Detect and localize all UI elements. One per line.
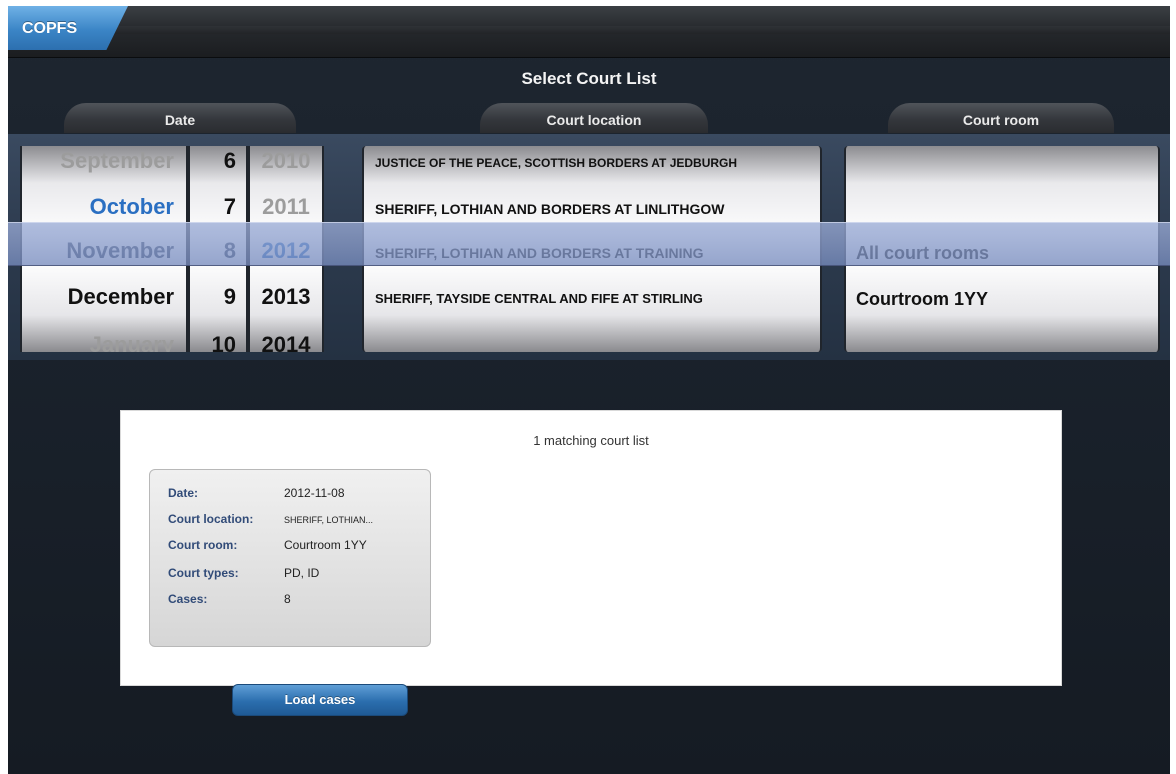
day-option[interactable]: 6	[190, 146, 246, 184]
court-list-picker: September October November December Janu…	[8, 134, 1170, 360]
card-types-label: Court types:	[168, 566, 239, 580]
day-option[interactable]: 7	[190, 184, 246, 230]
room-option[interactable]: Courtroom 1YY	[846, 276, 1158, 322]
top-bar-stripe	[8, 26, 1170, 34]
card-cases-label: Cases:	[168, 592, 208, 606]
results-panel: 1 matching court list Date: 2012-11-08 Co…	[120, 410, 1062, 716]
card-cases-value: 8	[284, 592, 291, 606]
card-location-value: SHERIFF, LOTHIAN...	[284, 515, 374, 525]
day-option-selected[interactable]: 8	[190, 228, 246, 274]
year-option[interactable]: 2011	[250, 184, 322, 230]
room-option-selected[interactable]: All court rooms	[846, 230, 1158, 276]
day-option[interactable]: 9	[190, 274, 246, 320]
location-option[interactable]: SHERIFF, LOTHIAN AND BORDERS AT LINLITHG…	[364, 186, 820, 232]
year-option[interactable]: 2013	[250, 274, 322, 320]
month-option[interactable]: December	[22, 274, 186, 320]
date-column-header: Date	[64, 103, 296, 133]
month-option[interactable]: September	[22, 146, 186, 184]
month-option[interactable]: October	[22, 184, 186, 230]
card-location-label: Court location:	[168, 512, 254, 526]
card-date-value: 2012-11-08	[284, 486, 345, 500]
copfs-tab[interactable]: COPFS	[8, 6, 128, 50]
day-option[interactable]: 10	[190, 322, 246, 352]
month-wheel[interactable]: September October November December Janu…	[20, 146, 188, 352]
location-option-selected[interactable]: SHERIFF, LOTHIAN AND BORDERS AT TRAINING	[364, 230, 820, 276]
year-option-selected[interactable]: 2012	[250, 228, 322, 274]
day-wheel[interactable]: 6 7 8 9 10	[188, 146, 248, 352]
court-room-column-header: Court room	[888, 103, 1114, 133]
card-room-row: Court room: Courtroom 1YY	[168, 538, 367, 552]
month-option[interactable]: January	[22, 322, 186, 352]
card-date-row: Date: 2012-11-08	[168, 486, 345, 500]
card-types-row: Court types: PD, ID	[168, 566, 319, 580]
month-option-selected[interactable]: November	[22, 228, 186, 274]
app-window: COPFS Select Court List Date Court locat…	[8, 6, 1170, 774]
court-list-card[interactable]: Date: 2012-11-08 Court location: SHERIFF, …	[149, 469, 431, 716]
card-location-row: Court location: SHERIFF, LOTHIAN...	[168, 512, 373, 526]
court-room-wheel[interactable]: All court rooms Courtroom 1YY	[844, 146, 1160, 352]
card-room-value: Courtroom 1YY	[284, 538, 367, 552]
card-cases-row: Cases: 8	[168, 592, 291, 606]
card-room-label: Court room:	[168, 538, 238, 552]
year-wheel[interactable]: 2010 2011 2012 2013 2014	[248, 146, 324, 352]
location-option[interactable]: JUSTICE OF THE PEACE, SCOTTISH BORDERS A…	[364, 146, 820, 186]
results-count: 1 matching court list	[533, 433, 649, 448]
top-bar: COPFS	[8, 6, 1170, 58]
card-date-label: Date:	[168, 486, 199, 500]
card-types-value: PD, ID	[284, 566, 320, 580]
year-option[interactable]: 2014	[250, 322, 322, 352]
load-cases-button[interactable]: Load cases	[232, 684, 408, 716]
page-title: Select Court List	[521, 69, 657, 88]
court-location-wheel[interactable]: JUSTICE OF THE PEACE, SCOTTISH BORDERS A…	[362, 146, 822, 352]
year-option[interactable]: 2010	[250, 146, 322, 184]
location-option[interactable]: SHERIFF, TAYSIDE CENTRAL AND FIFE AT STI…	[364, 276, 820, 322]
court-location-column-header: Court location	[480, 103, 708, 133]
